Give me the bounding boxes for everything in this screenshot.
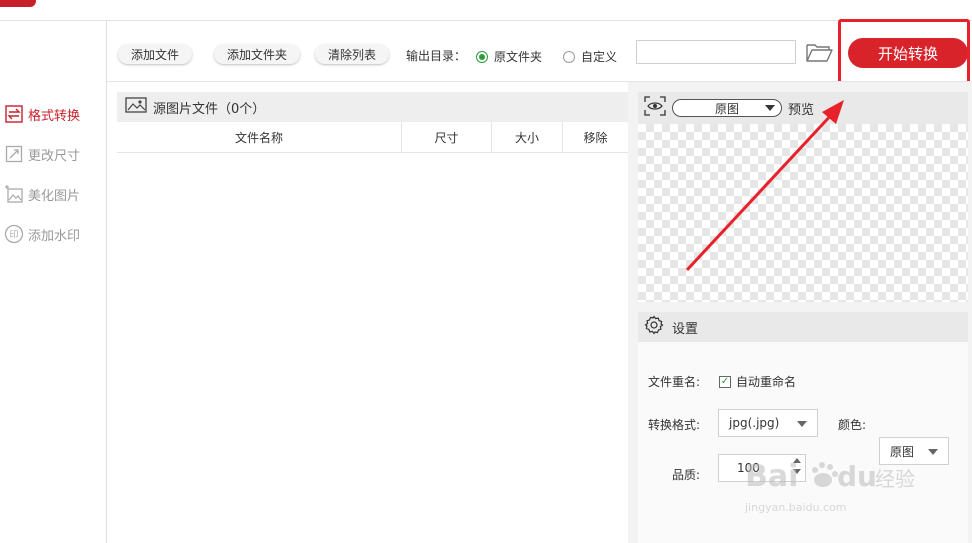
sidebar-item-watermark[interactable]: 印 添加水印 — [4, 224, 80, 244]
header-divider — [0, 20, 972, 21]
watermark-url: jingyan.baidu.com — [745, 501, 847, 514]
sidebar-item-format-convert[interactable]: 格式转换 — [4, 104, 80, 124]
output-path-input[interactable] — [636, 40, 796, 64]
format-select[interactable]: jpg(.jpg) — [718, 409, 818, 437]
sidebar-item-resize[interactable]: 更改尺寸 — [4, 144, 80, 164]
sidebar-divider — [106, 21, 107, 543]
gear-icon — [644, 315, 664, 339]
settings-title: 设置 — [672, 321, 699, 337]
sidebar-item-label: 添加水印 — [28, 228, 81, 244]
add-file-button[interactable]: 添加文件 — [118, 44, 193, 64]
eye-icon — [644, 96, 666, 120]
sidebar-item-label: 美化图片 — [28, 188, 81, 204]
svg-text:印: 印 — [9, 229, 18, 241]
sidebar-item-label: 更改尺寸 — [28, 148, 81, 164]
sidebar-item-label: 格式转换 — [28, 108, 81, 124]
radio-on-icon — [476, 50, 488, 63]
svg-text:经验: 经验 — [875, 467, 915, 491]
resize-icon — [4, 144, 24, 164]
rename-label: 文件重名: — [648, 375, 701, 389]
auto-rename-checkbox[interactable]: ✓ 自动重命名 — [719, 373, 796, 390]
column-header: 文件名称 — [117, 122, 402, 152]
image-icon — [125, 97, 147, 117]
file-list-area[interactable] — [117, 154, 628, 543]
sidebar-item-beautify[interactable]: 美化图片 — [4, 184, 80, 204]
radio-original-folder[interactable]: 原文件夹 — [476, 48, 542, 65]
svg-text:Bai: Bai — [745, 459, 798, 494]
file-panel-header: 源图片文件（0个） — [117, 92, 628, 122]
checkmark-icon: ✓ — [719, 375, 731, 388]
swap-arrows-icon — [4, 104, 24, 124]
clear-list-button[interactable]: 清除列表 — [315, 44, 390, 64]
file-panel-title: 源图片文件（0个） — [153, 101, 266, 117]
chevron-down-icon — [797, 421, 807, 427]
color-label: 颜色: — [838, 418, 867, 432]
radio-custom-folder[interactable]: 自定义 — [563, 48, 617, 65]
radio-off-icon — [563, 50, 575, 63]
annotation-highlight-box — [838, 19, 970, 89]
format-label: 转换格式: — [648, 418, 701, 432]
file-table-header: 文件名称 尺寸 大小 移除 — [117, 122, 628, 153]
svg-text:du: du — [837, 460, 877, 493]
beautify-image-icon — [4, 184, 24, 204]
settings-header: 设置 — [638, 312, 968, 342]
annotation-arrow — [685, 100, 844, 272]
app-logo-corner — [0, 0, 36, 7]
chevron-down-icon — [928, 449, 938, 455]
baidu-watermark: Bai du 经验 jingyan.baidu.com — [745, 452, 925, 522]
column-header: 尺寸 — [402, 122, 492, 152]
column-header: 大小 — [492, 122, 563, 152]
column-header: 移除 — [583, 130, 608, 145]
quality-label: 品质: — [672, 468, 701, 482]
output-dir-label: 输出目录： — [406, 49, 467, 63]
add-folder-button[interactable]: 添加文件夹 — [214, 44, 301, 64]
stamp-icon: 印 — [4, 224, 24, 244]
folder-open-icon[interactable] — [805, 42, 833, 67]
